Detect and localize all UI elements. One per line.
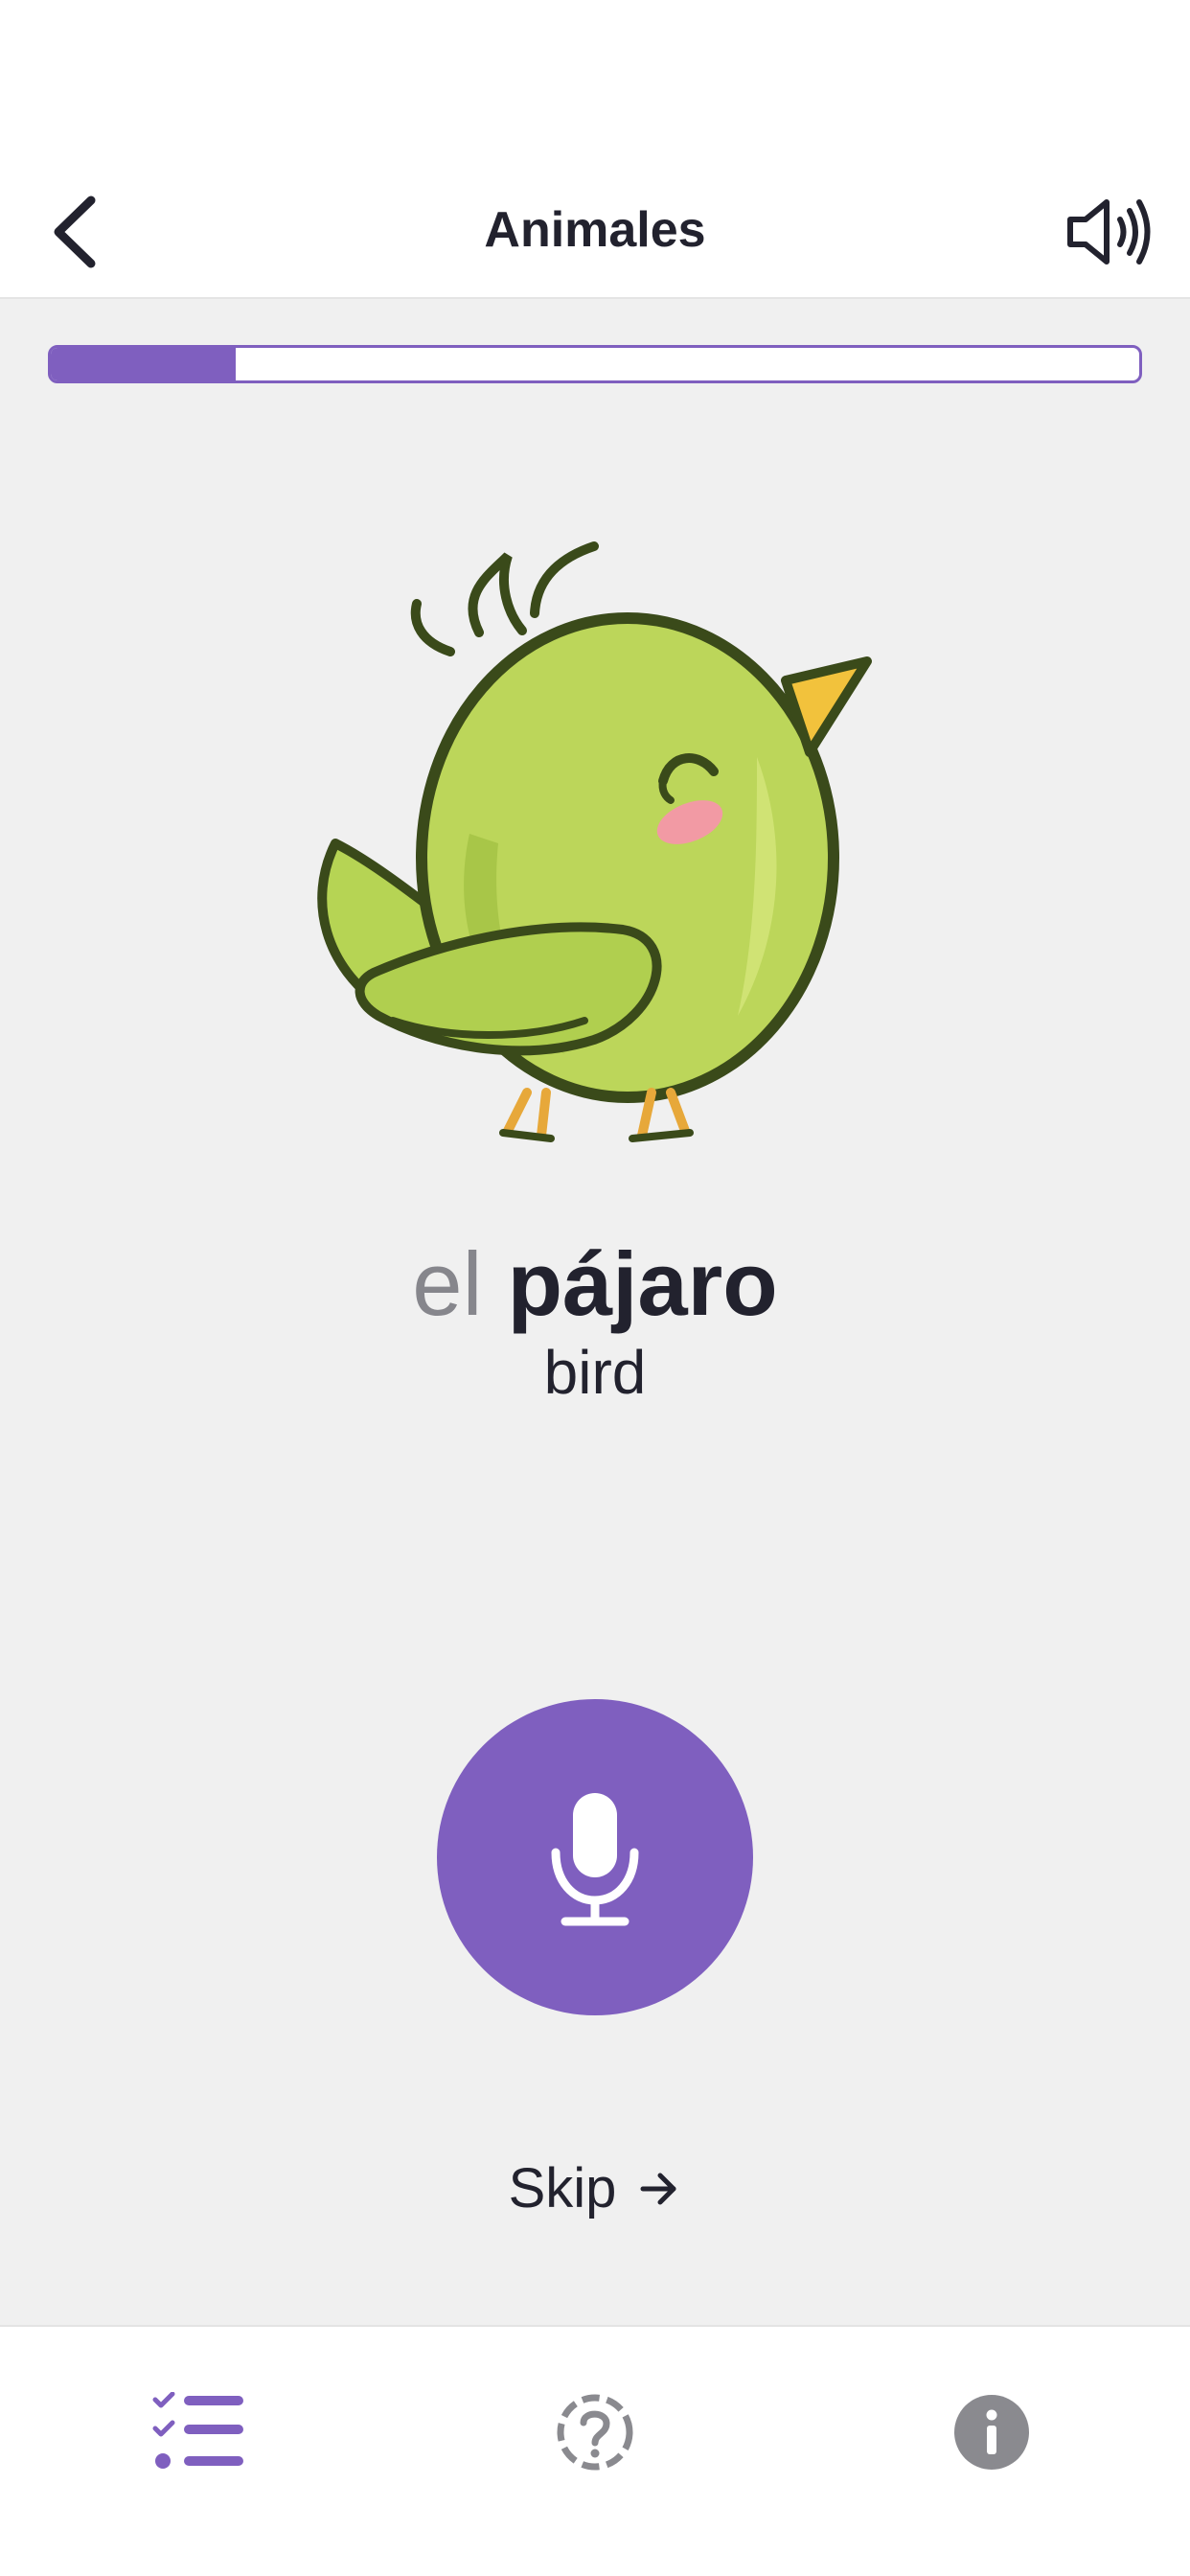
skip-label: Skip xyxy=(508,2157,617,2220)
tab-practice[interactable] xyxy=(132,2365,266,2499)
checklist-icon xyxy=(152,2392,243,2469)
speaker-icon xyxy=(1067,199,1151,264)
status-bar-area xyxy=(0,0,1190,163)
microphone-button[interactable] xyxy=(437,1699,753,2015)
question-circle-icon xyxy=(557,2394,633,2471)
sound-button[interactable] xyxy=(1056,184,1161,280)
bottom-navigation xyxy=(0,2325,1190,2576)
page-title: Animales xyxy=(484,202,706,258)
word-text: pájaro xyxy=(507,1233,778,1334)
word-heading: el pájaro xyxy=(0,1227,1190,1342)
arrow-right-icon xyxy=(640,2173,676,2204)
tab-info[interactable] xyxy=(925,2365,1059,2499)
header-bar: Animales xyxy=(0,163,1190,299)
word-article: el xyxy=(412,1233,483,1334)
word-translation: bird xyxy=(543,1338,647,1407)
info-icon xyxy=(954,2395,1029,2470)
tab-quiz[interactable] xyxy=(528,2365,662,2499)
progress-bar xyxy=(48,345,1142,383)
microphone-icon xyxy=(551,1793,639,1926)
skip-button[interactable]: Skip xyxy=(0,2156,1190,2220)
progress-bar-fill xyxy=(51,348,237,380)
bird-illustration xyxy=(317,541,872,1142)
